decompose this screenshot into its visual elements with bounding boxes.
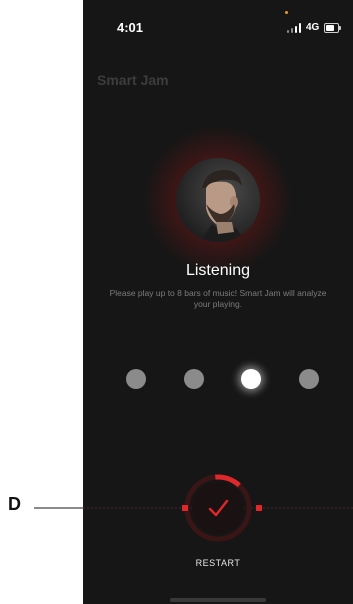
progress-dot-2 [184, 369, 204, 389]
battery-icon [324, 23, 341, 33]
network-type: 4G [306, 22, 320, 33]
confirm-button[interactable] [189, 477, 247, 535]
listening-heading: Listening [185, 262, 251, 279]
listening-description: Please play up to 8 bars of music! Smart… [109, 288, 327, 309]
home-indicator[interactable] [170, 598, 266, 602]
phone-screen: 4:01 4G Smart Jam Listening Please play … [83, 0, 353, 604]
profile-photo-icon [176, 158, 260, 242]
progress-dot-1 [126, 369, 146, 389]
mic-indicator-dot [285, 11, 288, 14]
signal-icon [287, 23, 305, 33]
status-time: 4:01 [117, 20, 144, 35]
avatar [176, 158, 260, 242]
progress-dots [83, 368, 353, 390]
status-bar: 4:01 4G [83, 0, 353, 50]
timeline-marker-left [182, 505, 188, 511]
app-title: Smart Jam [97, 72, 169, 88]
progress-dot-4 [299, 369, 319, 389]
timeline-marker-right [256, 505, 262, 511]
annotation-label: D [8, 494, 21, 514]
restart-button[interactable]: RESTART [83, 558, 353, 568]
screenshot-root: D 4:01 4G Smart Jam Listening Please pla… [0, 0, 353, 604]
progress-dot-3 [241, 369, 261, 389]
